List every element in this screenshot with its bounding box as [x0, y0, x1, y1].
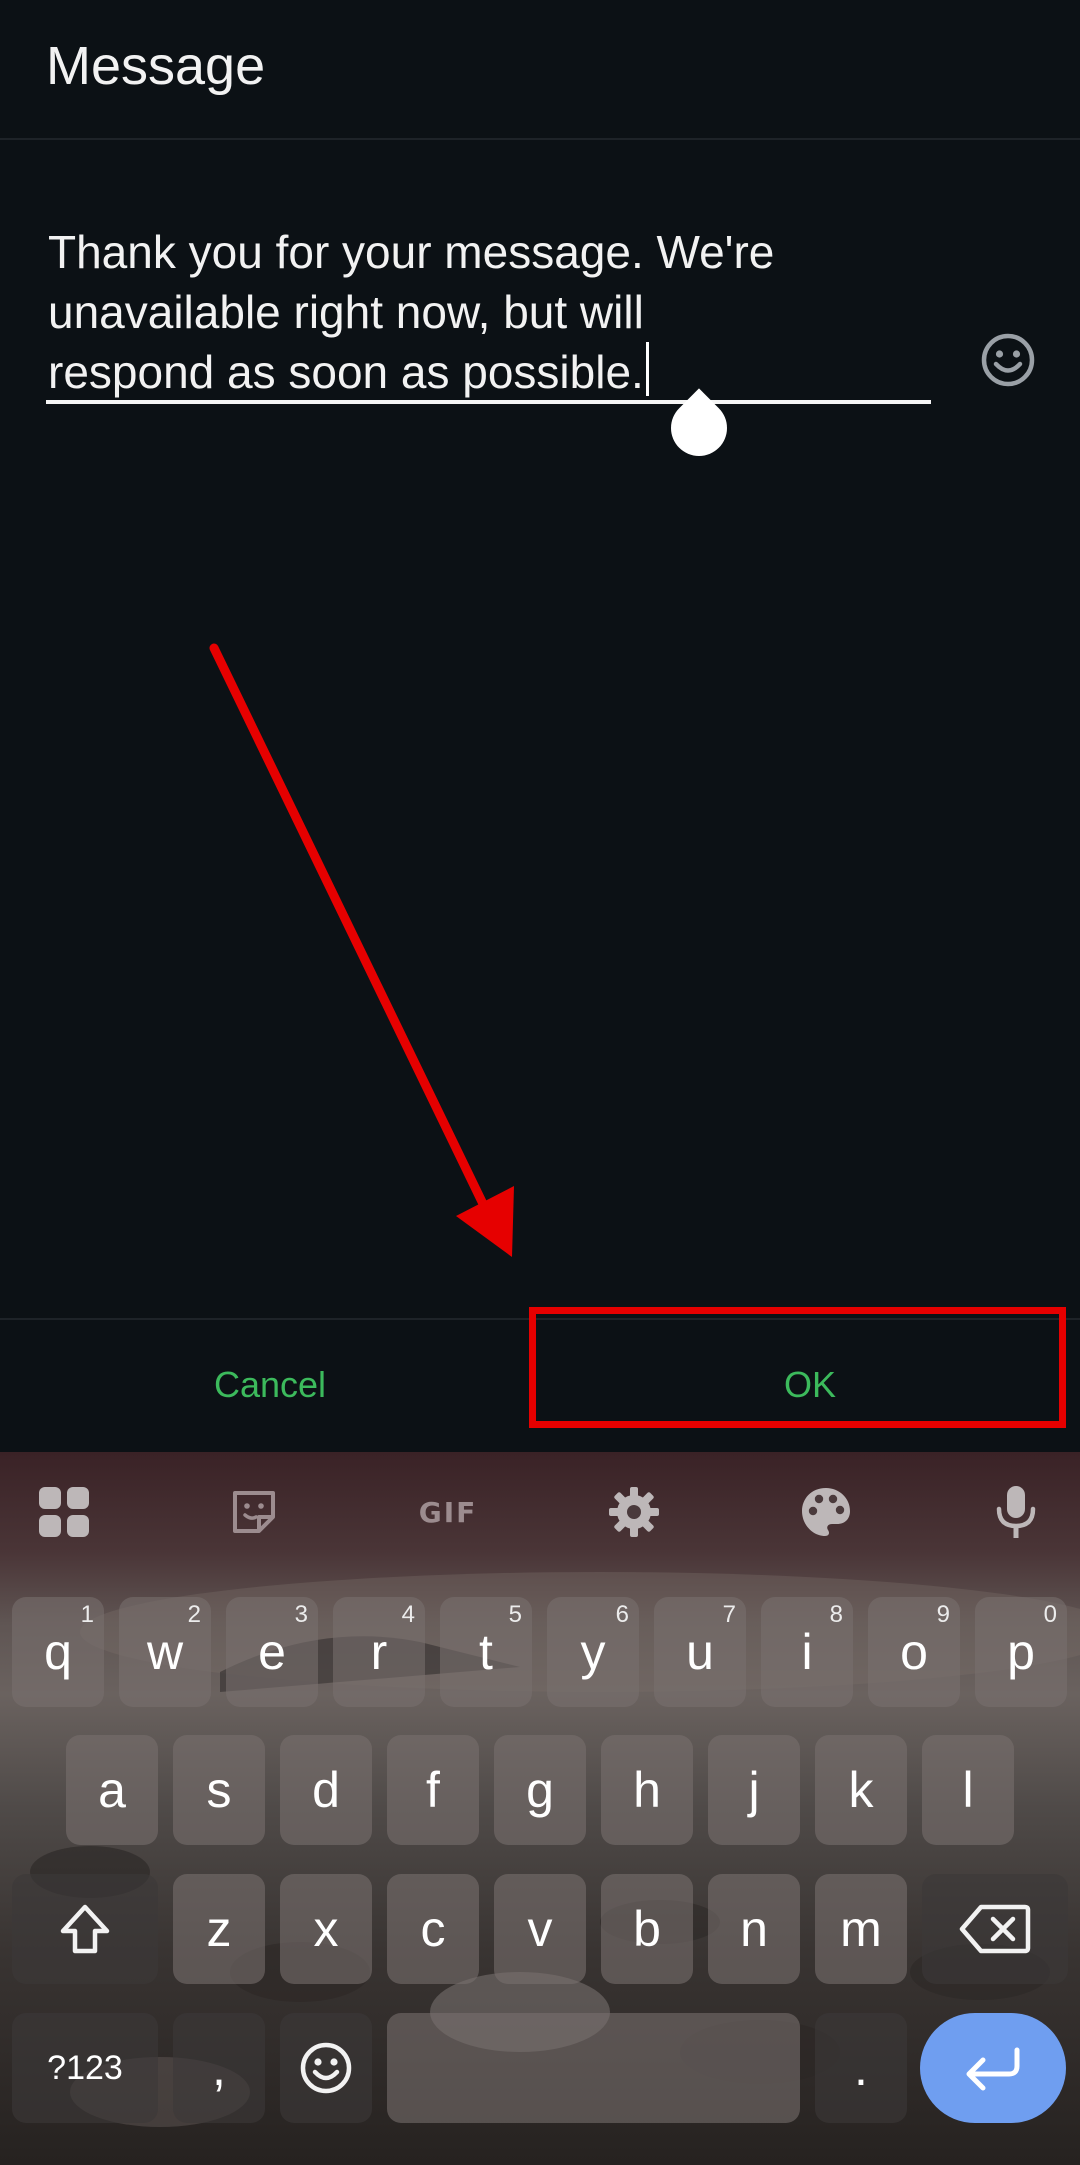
keyboard-toolbar: GIF — [0, 1452, 1080, 1570]
key-hint: 4 — [401, 1601, 415, 1628]
key-label: p — [1007, 1624, 1035, 1680]
key-hint: 3 — [294, 1601, 308, 1628]
emoji-icon[interactable] — [978, 330, 1038, 390]
period-key[interactable]: . — [815, 2013, 907, 2123]
key-t[interactable]: t5 — [440, 1597, 532, 1707]
key-k[interactable]: k — [815, 1735, 907, 1845]
key-d[interactable]: d — [280, 1735, 372, 1845]
key-z[interactable]: z — [173, 1874, 265, 1984]
symbols-key[interactable]: ?123 — [12, 2013, 158, 2123]
screen: Message Thank you for your message. We'r… — [0, 0, 1080, 2165]
comma-key[interactable]: , — [173, 2013, 265, 2123]
backspace-key[interactable] — [922, 1874, 1068, 1984]
gif-button[interactable]: GIF — [408, 1480, 488, 1544]
key-j[interactable]: j — [708, 1735, 800, 1845]
settings-gear-icon[interactable] — [602, 1480, 666, 1544]
message-line: Thank you for your message. We're — [48, 226, 775, 278]
key-x[interactable]: x — [280, 1874, 372, 1984]
key-i[interactable]: i8 — [761, 1597, 853, 1707]
key-label: w — [146, 1624, 184, 1680]
key-g[interactable]: g — [494, 1735, 586, 1845]
emoji-key[interactable] — [280, 2013, 372, 2123]
space-bar[interactable] — [387, 2013, 800, 2123]
cancel-button[interactable]: Cancel — [0, 1318, 540, 1452]
ok-button[interactable]: OK — [540, 1318, 1080, 1452]
text-caret — [645, 342, 649, 396]
key-label: y — [580, 1624, 606, 1680]
shift-icon — [60, 1904, 110, 1954]
key-hint: 8 — [829, 1601, 843, 1628]
key-label: o — [900, 1624, 928, 1680]
message-line: unavailable right now, but will — [48, 286, 644, 338]
key-f[interactable]: f — [387, 1735, 479, 1845]
key-v[interactable]: v — [494, 1874, 586, 1984]
shift-key[interactable] — [12, 1874, 158, 1984]
key-p[interactable]: p0 — [975, 1597, 1067, 1707]
key-label: i — [801, 1624, 813, 1680]
dialog-title: Message — [46, 36, 266, 96]
enter-key[interactable] — [920, 2013, 1066, 2123]
key-w[interactable]: w2 — [119, 1597, 211, 1707]
key-hint: 1 — [80, 1601, 94, 1628]
theme-palette-icon[interactable] — [794, 1480, 858, 1544]
key-hint: 6 — [615, 1601, 629, 1628]
key-c[interactable]: c — [387, 1874, 479, 1984]
emoji-keyboard-icon — [300, 2042, 352, 2094]
key-u[interactable]: u7 — [654, 1597, 746, 1707]
key-e[interactable]: e3 — [226, 1597, 318, 1707]
message-line: respond as soon as possible. — [48, 346, 644, 398]
key-hint: 0 — [1043, 1601, 1057, 1628]
key-label: u — [686, 1624, 714, 1680]
key-s[interactable]: s — [173, 1735, 265, 1845]
key-b[interactable]: b — [601, 1874, 693, 1984]
apps-grid-icon[interactable] — [32, 1480, 96, 1544]
message-input[interactable]: Thank you for your message. We're unavai… — [46, 210, 931, 404]
message-input-value[interactable]: Thank you for your message. We're unavai… — [48, 222, 908, 402]
key-q[interactable]: q1 — [12, 1597, 104, 1707]
key-hint: 2 — [187, 1601, 201, 1628]
microphone-icon[interactable] — [984, 1480, 1048, 1544]
key-label: t — [479, 1624, 493, 1680]
key-label: e — [258, 1624, 286, 1680]
key-o[interactable]: o9 — [868, 1597, 960, 1707]
title-divider — [0, 138, 1080, 140]
key-label: r — [370, 1624, 388, 1680]
backspace-icon — [959, 1904, 1031, 1954]
key-label: q — [44, 1624, 72, 1680]
key-r[interactable]: r4 — [333, 1597, 425, 1707]
message-line-with-caret: respond as soon as possible. — [48, 342, 908, 402]
key-hint: 7 — [722, 1601, 736, 1628]
gif-label: GIF — [418, 1495, 478, 1529]
key-a[interactable]: a — [66, 1735, 158, 1845]
key-n[interactable]: n — [708, 1874, 800, 1984]
key-l[interactable]: l — [922, 1735, 1014, 1845]
key-hint: 9 — [936, 1601, 950, 1628]
sticker-icon[interactable] — [222, 1480, 286, 1544]
key-hint: 5 — [508, 1601, 522, 1628]
key-m[interactable]: m — [815, 1874, 907, 1984]
enter-icon — [966, 2047, 1020, 2091]
key-h[interactable]: h — [601, 1735, 693, 1845]
key-y[interactable]: y6 — [547, 1597, 639, 1707]
input-underline — [46, 400, 931, 404]
